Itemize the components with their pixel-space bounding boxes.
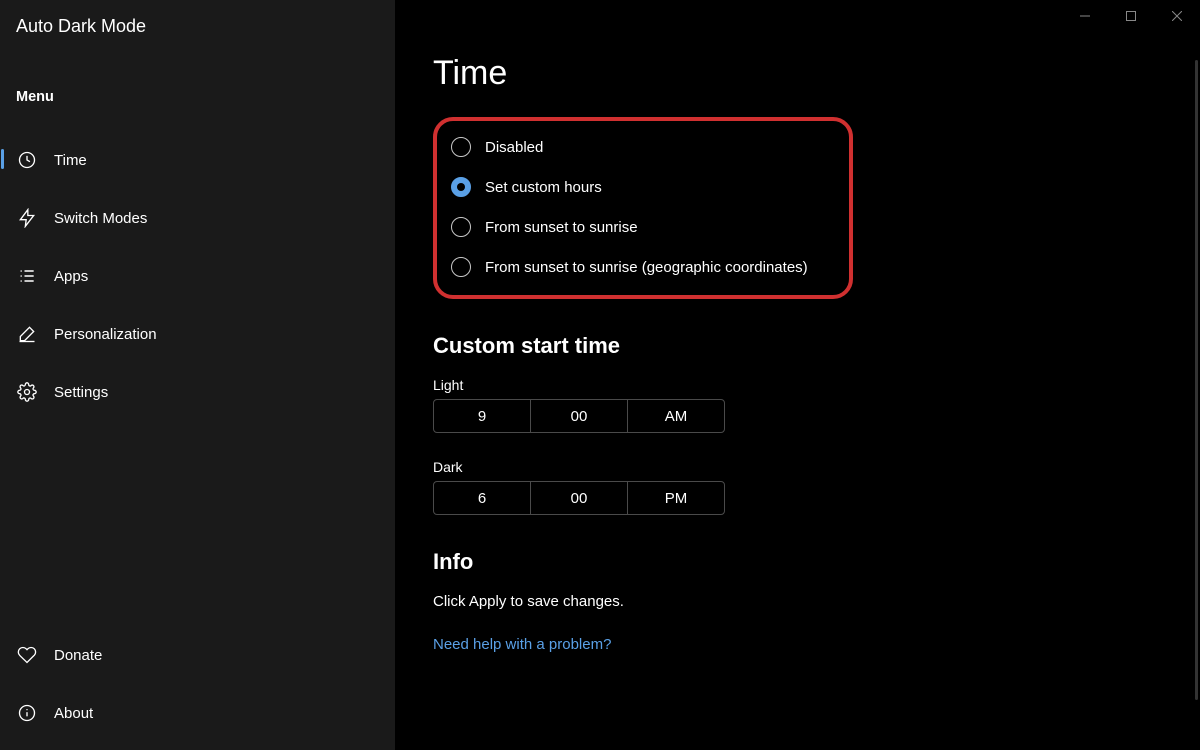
list-icon [16,265,38,287]
sidebar-item-donate[interactable]: Donate [0,626,395,684]
sidebar: Auto Dark Mode Menu Time Switch Modes Ap… [0,0,395,750]
radio-icon [451,177,471,197]
sidebar-item-label: Settings [54,384,108,401]
radio-label: From sunset to sunrise [485,219,638,236]
gear-icon [16,381,38,403]
maximize-icon [1126,11,1136,21]
maximize-button[interactable] [1108,0,1154,32]
window-controls [1062,0,1200,32]
sidebar-item-time[interactable]: Time [0,131,395,189]
edit-icon [16,323,38,345]
lightning-icon [16,207,38,229]
dark-minute[interactable]: 00 [531,482,628,514]
sidebar-item-about[interactable]: About [0,684,395,742]
sidebar-nav-bottom: Donate About [0,626,395,750]
custom-start-heading: Custom start time [433,333,1170,359]
mode-radio-group: Disabled Set custom hours From sunset to… [433,117,853,299]
sidebar-item-personalization[interactable]: Personalization [0,305,395,363]
sidebar-item-label: Switch Modes [54,210,147,227]
sidebar-item-label: Apps [54,268,88,285]
app-title: Auto Dark Mode [0,14,395,37]
sidebar-item-switch-modes[interactable]: Switch Modes [0,189,395,247]
info-icon [16,702,38,724]
dark-ampm[interactable]: PM [628,482,724,514]
close-icon [1172,11,1182,21]
radio-sunset-sunrise-geo[interactable]: From sunset to sunrise (geographic coord… [451,257,835,277]
sidebar-item-label: Personalization [54,326,157,343]
light-ampm[interactable]: AM [628,400,724,432]
radio-icon [451,137,471,157]
radio-icon [451,257,471,277]
minimize-icon [1080,11,1090,21]
radio-icon [451,217,471,237]
menu-header: Menu [0,37,395,109]
dark-label: Dark [433,459,1170,475]
minimize-button[interactable] [1062,0,1108,32]
info-heading: Info [433,549,1170,575]
radio-sunset-sunrise[interactable]: From sunset to sunrise [451,217,835,237]
radio-label: From sunset to sunrise (geographic coord… [485,259,808,276]
sidebar-item-label: Time [54,152,87,169]
light-minute[interactable]: 00 [531,400,628,432]
radio-disabled[interactable]: Disabled [451,137,835,157]
sidebar-item-label: About [54,705,93,722]
close-button[interactable] [1154,0,1200,32]
heart-icon [16,644,38,666]
radio-label: Disabled [485,139,543,156]
sidebar-item-apps[interactable]: Apps [0,247,395,305]
help-link[interactable]: Need help with a problem? [433,636,1170,653]
dark-time-picker[interactable]: 6 00 PM [433,481,725,515]
light-label: Light [433,377,1170,393]
dark-hour[interactable]: 6 [434,482,531,514]
sidebar-nav: Time Switch Modes Apps Personalization [0,131,395,421]
scrollbar[interactable] [1195,60,1198,700]
sidebar-item-settings[interactable]: Settings [0,363,395,421]
radio-custom-hours[interactable]: Set custom hours [451,177,835,197]
app-window: Auto Dark Mode Menu Time Switch Modes Ap… [0,0,1200,750]
light-hour[interactable]: 9 [434,400,531,432]
radio-label: Set custom hours [485,179,602,196]
light-time-picker[interactable]: 9 00 AM [433,399,725,433]
clock-icon [16,149,38,171]
main-content: Time Disabled Set custom hours From suns… [395,0,1200,750]
sidebar-item-label: Donate [54,647,102,664]
page-title: Time [433,54,1170,93]
info-text: Click Apply to save changes. [433,593,1170,610]
